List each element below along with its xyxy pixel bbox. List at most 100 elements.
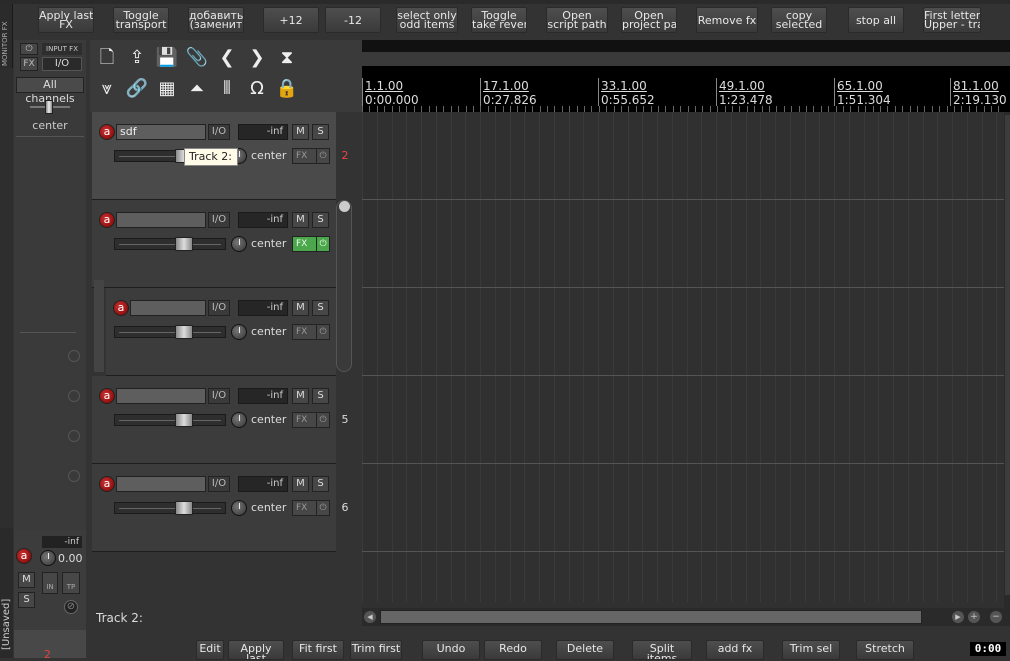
folder-circle-4[interactable]	[68, 470, 80, 482]
master-volume-knob[interactable]	[40, 550, 56, 566]
bottom-button-10[interactable]: Stretch	[856, 640, 914, 660]
mute-button[interactable]: M	[292, 212, 309, 228]
fx-bypass-icon[interactable]: ⏻	[316, 501, 329, 515]
fx-button[interactable]: FX ⏻	[292, 324, 330, 340]
fader-knob[interactable]	[175, 325, 193, 339]
grid-icon[interactable]: ▦	[154, 76, 180, 102]
snap-lines-icon[interactable]: ⦀	[214, 76, 240, 102]
pan-knob[interactable]	[231, 500, 247, 516]
attach-icon[interactable]: 📎	[184, 45, 210, 71]
toolbar-button-8[interactable]: Open project pat	[621, 7, 677, 33]
record-arm-button[interactable]: a	[99, 388, 115, 404]
solo-button[interactable]: S	[312, 212, 329, 228]
folder-circle-2[interactable]	[68, 390, 80, 402]
magnet-icon[interactable]: Ω	[244, 76, 270, 102]
mute-button[interactable]: M	[292, 124, 309, 140]
fx-bypass-icon[interactable]: ⏻	[316, 413, 329, 427]
all-channels-button[interactable]: All channels	[16, 77, 84, 105]
zoom-in-icon[interactable]: +	[968, 611, 980, 623]
toolbar-button-1[interactable]: Toggle transport	[113, 7, 169, 33]
bottom-button-5[interactable]: Redo	[484, 640, 542, 660]
volume-fader[interactable]	[114, 413, 226, 427]
track-name-field[interactable]	[116, 476, 206, 492]
bottom-button-4[interactable]: Undo	[422, 640, 480, 660]
bottom-button-9[interactable]: Trim sel	[782, 640, 840, 660]
bottom-button-1[interactable]: Apply last	[228, 640, 284, 660]
solo-button[interactable]: S	[312, 388, 329, 404]
scroll-left-button[interactable]: ◀	[364, 611, 376, 623]
toolbar-button-5[interactable]: select only odd items	[396, 7, 458, 33]
vertical-scrollbar[interactable]	[1005, 115, 1010, 595]
track-io-button[interactable]: I/O	[208, 124, 230, 140]
fx-button[interactable]: FX ⏻	[292, 236, 330, 252]
track-name-field[interactable]	[116, 388, 206, 404]
fx-button[interactable]: FX ⏻	[292, 148, 330, 164]
input-fx-label[interactable]: INPUT FX	[42, 43, 82, 55]
redo-arrow-icon[interactable]: ❯	[244, 45, 270, 71]
link-icon[interactable]: 🔗	[124, 76, 150, 102]
master-pan-knob[interactable]	[45, 100, 53, 114]
master-fx-button[interactable]: FX	[20, 57, 38, 71]
toolbar-button-6[interactable]: Toggle take rever	[471, 7, 527, 33]
fader-knob[interactable]	[175, 501, 193, 515]
bottom-button-7[interactable]: Split items	[632, 640, 692, 660]
track-name-field[interactable]: sdf	[116, 124, 206, 140]
mute-button[interactable]: M	[292, 300, 309, 316]
transport-clock[interactable]: 0:00	[970, 642, 1006, 656]
toolbar-button-4[interactable]: -12	[325, 7, 381, 33]
mute-button[interactable]: M	[292, 388, 309, 404]
folder-circle-1[interactable]	[68, 350, 80, 362]
volume-fader[interactable]	[114, 501, 226, 515]
volume-fader[interactable]	[114, 237, 226, 251]
toolbar-button-3[interactable]: +12	[263, 7, 319, 33]
toolbar-button-10[interactable]: copy selected	[771, 7, 827, 33]
new-project-icon[interactable]: 🗋	[94, 45, 120, 71]
fx-bypass-icon[interactable]: ⏻	[316, 237, 329, 251]
fx-button[interactable]: FX ⏻	[292, 412, 330, 428]
record-arm-button[interactable]: a	[99, 212, 115, 228]
master-power-button[interactable]: ⏻	[20, 43, 38, 55]
open-project-icon[interactable]: ⇪	[124, 45, 150, 71]
bottom-button-6[interactable]: Delete	[556, 640, 614, 660]
record-arm-button[interactable]: a	[99, 476, 115, 492]
lock-icon[interactable]: 🔒	[274, 76, 300, 102]
toolbar-button-2[interactable]: добавить (заменит	[188, 7, 244, 33]
bottom-button-8[interactable]: add fx	[706, 640, 764, 660]
unsaved-tab[interactable]: [Unsaved]	[0, 528, 13, 658]
track-io-button[interactable]: I/O	[208, 300, 230, 316]
master-mute-button[interactable]: M	[18, 572, 35, 588]
track-io-button[interactable]: I/O	[208, 388, 230, 404]
master-arm-button[interactable]: a	[16, 548, 32, 564]
fx-button[interactable]: FX ⏻	[292, 500, 330, 516]
pan-knob[interactable]	[231, 236, 247, 252]
fader-knob[interactable]	[175, 413, 193, 427]
bottom-button-2[interactable]: Fit first	[292, 640, 344, 660]
solo-button[interactable]: S	[312, 300, 329, 316]
toolbar-button-7[interactable]: Open script path	[546, 7, 608, 33]
folder-circle-3[interactable]	[68, 430, 80, 442]
ripple-edit-icon[interactable]: ⩔	[94, 76, 120, 102]
mute-button[interactable]: M	[292, 476, 309, 492]
bottom-button-0[interactable]: Edit	[196, 640, 224, 660]
zoom-out-icon[interactable]: −	[990, 611, 1002, 623]
track-io-button[interactable]: I/O	[208, 476, 230, 492]
scroll-right-button[interactable]: ▶	[952, 611, 964, 623]
toolbar-button-12[interactable]: First letter Upper - tra	[923, 7, 981, 33]
track-io-button[interactable]: I/O	[208, 212, 230, 228]
metronome-icon[interactable]: ⧗	[274, 45, 300, 71]
envelope-icon[interactable]: ⏶	[184, 76, 210, 102]
pan-knob[interactable]	[231, 412, 247, 428]
master-solo-button[interactable]: S	[18, 592, 35, 608]
timeline-ruler[interactable]	[362, 66, 1010, 112]
pan-knob[interactable]	[231, 324, 247, 340]
volume-fader[interactable]	[114, 325, 226, 339]
master-tp-button[interactable]: TP	[62, 572, 80, 594]
undo-arrow-icon[interactable]: ❮	[214, 45, 240, 71]
folder-dot[interactable]	[339, 201, 350, 212]
fx-bypass-icon[interactable]: ⏻	[316, 149, 329, 163]
record-arm-button[interactable]: a	[99, 124, 115, 140]
master-in-button[interactable]: IN	[42, 572, 58, 594]
arrange-view[interactable]	[362, 112, 1006, 608]
save-project-icon[interactable]: 💾	[154, 45, 180, 71]
horizontal-scrollbar-thumb[interactable]	[380, 610, 922, 624]
